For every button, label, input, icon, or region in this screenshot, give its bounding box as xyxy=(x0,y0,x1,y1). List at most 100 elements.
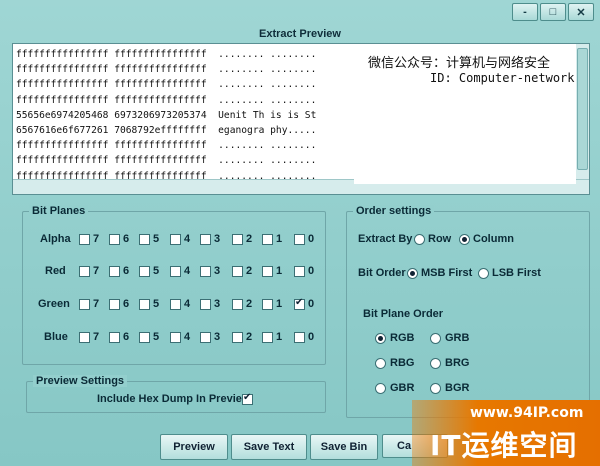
preview-settings-legend: Preview Settings xyxy=(33,375,128,387)
bit-number-label: 3 xyxy=(214,298,221,310)
bit-number-label: 2 xyxy=(246,233,253,245)
maximize-button[interactable]: □ xyxy=(540,3,566,21)
window-title: Extract Preview xyxy=(259,28,341,40)
bit-number-label: 3 xyxy=(214,233,221,245)
bit-blue-5-checkbox[interactable] xyxy=(139,332,150,343)
order-bgr-radio[interactable] xyxy=(430,383,441,394)
bit-alpha-3-checkbox[interactable] xyxy=(200,234,211,245)
bit-plane-row-label: Blue xyxy=(44,331,68,343)
bit-alpha-6-checkbox[interactable] xyxy=(109,234,120,245)
bit-red-0-checkbox[interactable] xyxy=(294,266,305,277)
msb-first-radio[interactable] xyxy=(407,268,418,279)
bit-green-5-checkbox[interactable] xyxy=(139,299,150,310)
bit-green-4-checkbox[interactable] xyxy=(170,299,181,310)
bit-number-label: 6 xyxy=(123,298,130,310)
bit-number-label: 3 xyxy=(214,331,221,343)
bit-red-2-checkbox[interactable] xyxy=(232,266,243,277)
bit-blue-3-checkbox[interactable] xyxy=(200,332,211,343)
vertical-scrollbar[interactable] xyxy=(574,44,589,180)
order-rgb-label: RGB xyxy=(390,332,415,344)
order-gbr-radio[interactable] xyxy=(375,383,386,394)
bit-number-label: 5 xyxy=(153,331,160,343)
bit-blue-1-checkbox[interactable] xyxy=(262,332,273,343)
bit-number-label: 5 xyxy=(153,233,160,245)
bit-green-6-checkbox[interactable] xyxy=(109,299,120,310)
minimize-button[interactable]: - xyxy=(512,3,538,21)
lsb-first-label: LSB First xyxy=(492,267,541,279)
order-grb-radio[interactable] xyxy=(430,333,441,344)
overlay-id-label: ID: Computer-network xyxy=(430,71,575,85)
bit-order-label: Bit Order xyxy=(358,267,406,279)
bit-number-label: 1 xyxy=(276,265,283,277)
save-text-button[interactable]: Save Text xyxy=(231,434,307,460)
bit-red-6-checkbox[interactable] xyxy=(109,266,120,277)
bit-plane-row-label: Green xyxy=(38,298,70,310)
scrollbar-thumb[interactable] xyxy=(577,48,588,170)
bit-number-label: 1 xyxy=(276,298,283,310)
extract-by-label: Extract By xyxy=(358,233,413,245)
hex-dump-checkbox[interactable] xyxy=(242,392,253,405)
extract-by-row-label: Row xyxy=(428,233,452,245)
bit-number-label: 7 xyxy=(93,265,100,277)
order-rgb-radio[interactable] xyxy=(375,333,386,344)
order-gbr-label: GBR xyxy=(390,382,415,394)
bit-blue-6-checkbox[interactable] xyxy=(109,332,120,343)
order-brg-label: BRG xyxy=(445,357,470,369)
bit-number-label: 7 xyxy=(93,331,100,343)
preview-line: ffffffffffffffff ffffffffffffffff ......… xyxy=(16,155,317,167)
overlay-wechat-label: 微信公众号：计算机与网络安全 xyxy=(368,56,551,71)
bit-alpha-0-checkbox[interactable] xyxy=(294,234,305,245)
bit-green-1-checkbox[interactable] xyxy=(262,299,273,310)
bit-number-label: 5 xyxy=(153,298,160,310)
preview-line: ffffffffffffffff ffffffffffffffff ......… xyxy=(16,140,317,152)
extract-by-column-radio[interactable] xyxy=(459,234,470,245)
bit-plane-row-label: Alpha xyxy=(40,233,71,245)
bit-number-label: 7 xyxy=(93,298,100,310)
bit-number-label: 0 xyxy=(308,331,315,343)
bit-planes-legend: Bit Planes xyxy=(29,205,89,217)
save-bin-button[interactable]: Save Bin xyxy=(310,434,378,460)
bit-alpha-4-checkbox[interactable] xyxy=(170,234,181,245)
watermark-text: IT运维空间 xyxy=(430,429,578,462)
preview-button[interactable]: Preview xyxy=(160,434,228,460)
bit-alpha-7-checkbox[interactable] xyxy=(79,234,90,245)
bit-blue-2-checkbox[interactable] xyxy=(232,332,243,343)
bit-blue-0-checkbox[interactable] xyxy=(294,332,305,343)
bit-red-3-checkbox[interactable] xyxy=(200,266,211,277)
bit-green-7-checkbox[interactable] xyxy=(79,299,90,310)
bit-blue-7-checkbox[interactable] xyxy=(79,332,90,343)
bit-green-2-checkbox[interactable] xyxy=(232,299,243,310)
bit-red-5-checkbox[interactable] xyxy=(139,266,150,277)
bit-number-label: 0 xyxy=(308,265,315,277)
extract-by-row-radio[interactable] xyxy=(414,234,425,245)
bit-number-label: 2 xyxy=(246,331,253,343)
bit-alpha-5-checkbox[interactable] xyxy=(139,234,150,245)
order-rbg-label: RBG xyxy=(390,357,415,369)
bit-alpha-1-checkbox[interactable] xyxy=(262,234,273,245)
order-brg-radio[interactable] xyxy=(430,358,441,369)
close-button[interactable]: ✕ xyxy=(568,3,594,21)
bit-number-label: 6 xyxy=(123,233,130,245)
bit-number-label: 5 xyxy=(153,265,160,277)
bit-plane-row-label: Red xyxy=(45,265,66,277)
bit-number-label: 6 xyxy=(123,265,130,277)
bit-green-0-checkbox[interactable] xyxy=(294,297,305,310)
preview-line: 55656e6974205468 6973206973205374 Uenit … xyxy=(16,109,317,121)
bit-red-1-checkbox[interactable] xyxy=(262,266,273,277)
lsb-first-radio[interactable] xyxy=(478,268,489,279)
bit-number-label: 2 xyxy=(246,298,253,310)
bit-green-3-checkbox[interactable] xyxy=(200,299,211,310)
msb-first-label: MSB First xyxy=(421,267,473,279)
bit-number-label: 0 xyxy=(308,298,315,310)
bit-number-label: 6 xyxy=(123,331,130,343)
bit-number-label: 4 xyxy=(184,331,191,343)
bit-blue-4-checkbox[interactable] xyxy=(170,332,181,343)
bit-red-7-checkbox[interactable] xyxy=(79,266,90,277)
watermark-url: www.94IP.com xyxy=(470,405,584,421)
order-rbg-radio[interactable] xyxy=(375,358,386,369)
bit-red-4-checkbox[interactable] xyxy=(170,266,181,277)
bit-alpha-2-checkbox[interactable] xyxy=(232,234,243,245)
bit-number-label: 2 xyxy=(246,265,253,277)
window-controls: - □ ✕ xyxy=(512,3,594,21)
bit-plane-order-label: Bit Plane Order xyxy=(363,308,444,320)
